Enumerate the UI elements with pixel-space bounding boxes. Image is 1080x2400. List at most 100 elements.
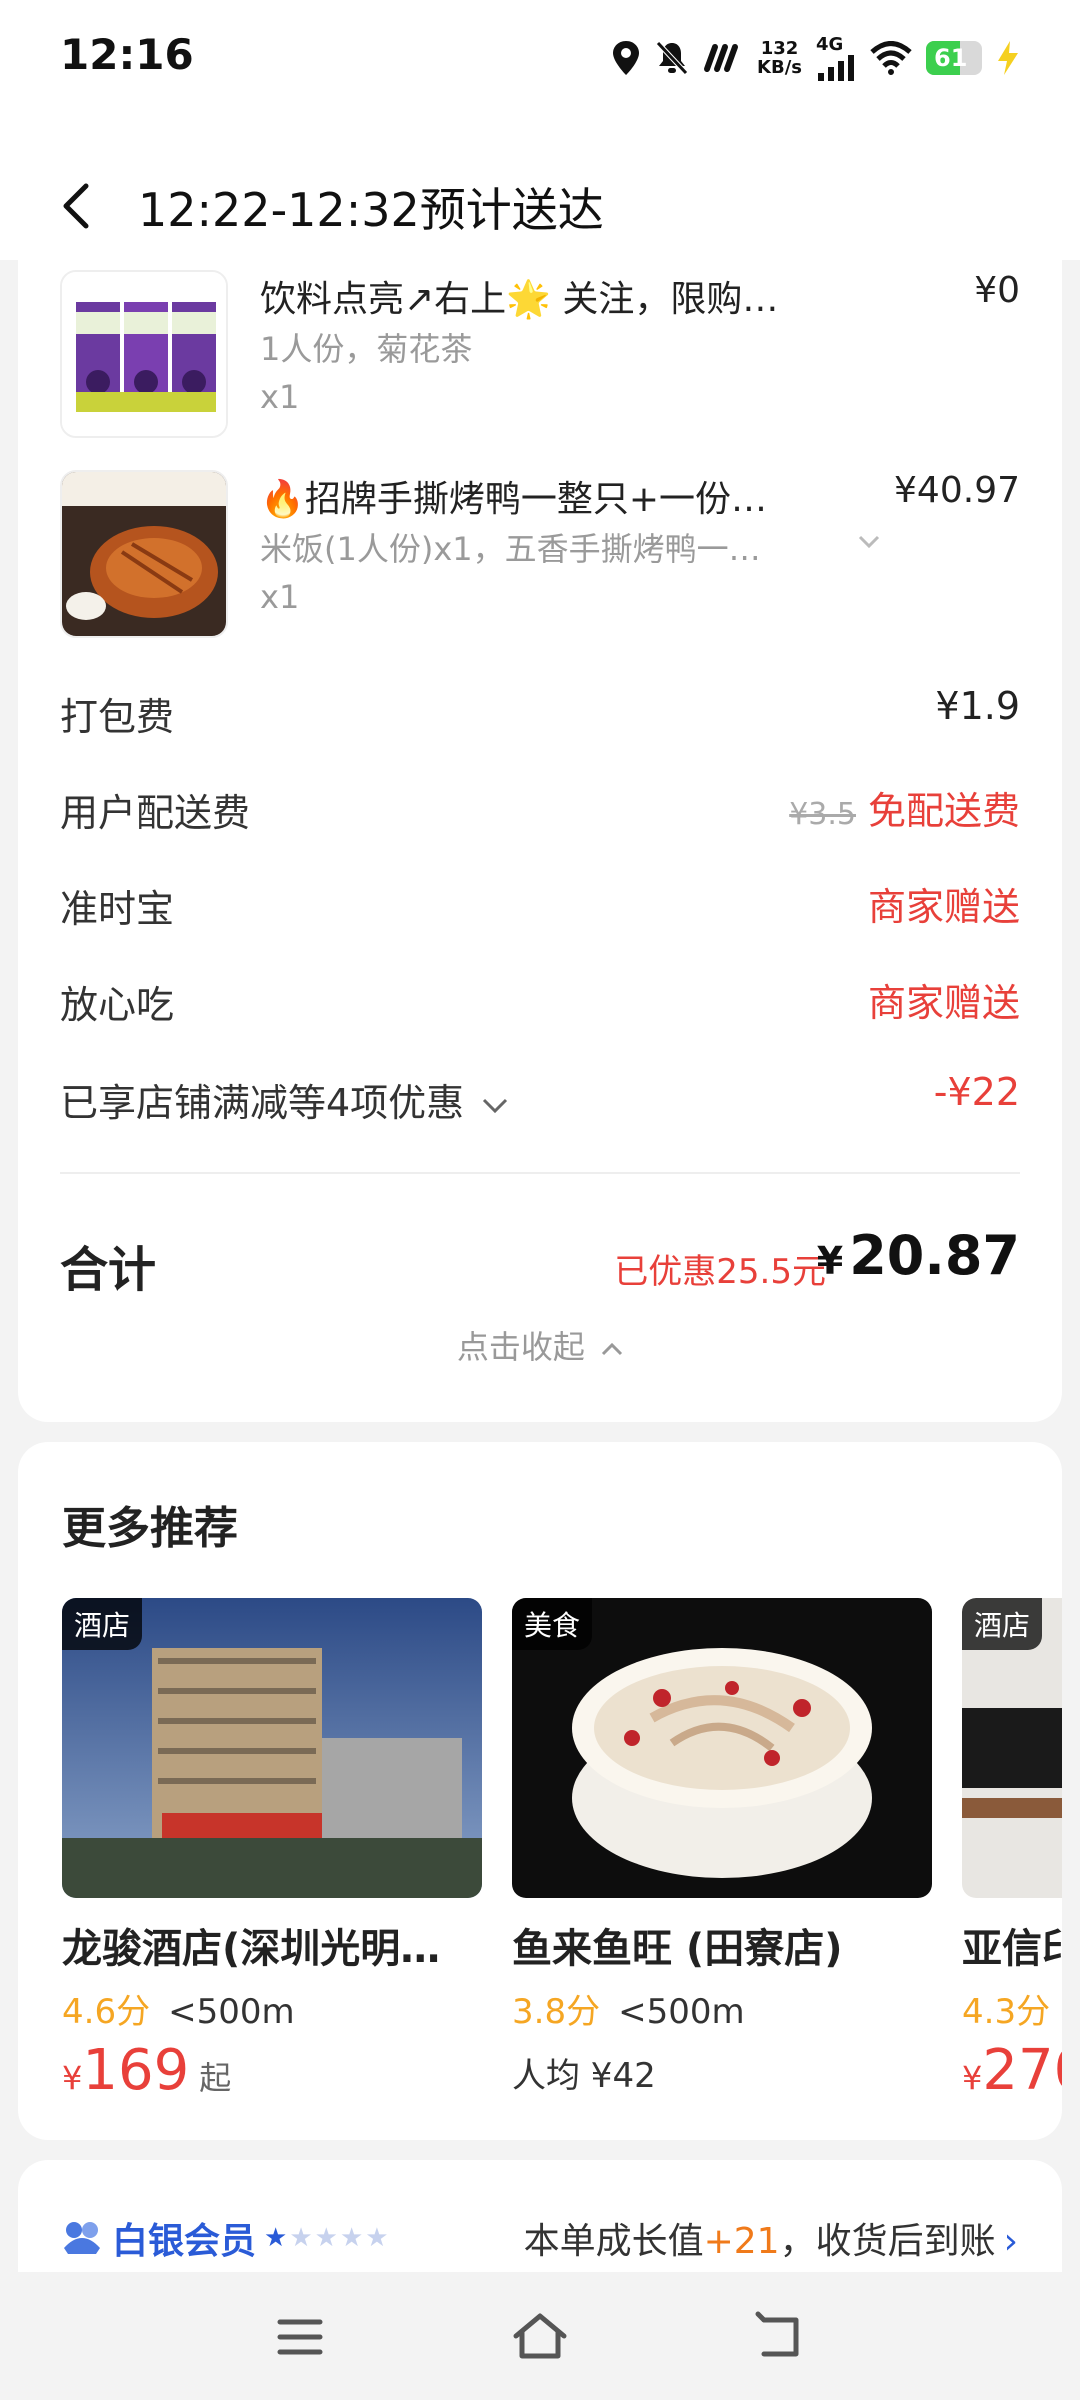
item-quantity: x1 — [260, 378, 300, 416]
star-icon: ★ — [289, 2223, 315, 2253]
order-item[interactable]: 🔥招牌手撕烤鸭一整只+一份… 米饭(1人份)x1，五香手撕烤鸭一… x1 ¥40… — [60, 470, 1020, 640]
fee-row-safe: 放心吃 商家赠送 — [60, 968, 1020, 1028]
back-icon[interactable] — [750, 2310, 810, 2364]
speed-unit: KB/s — [757, 56, 802, 78]
collapse-text: 点击收起 — [456, 1328, 585, 1366]
signal-icon: 4G — [816, 34, 856, 81]
total-label: 合计 — [60, 1242, 157, 1298]
recommendation-meta: 3.8分 <500m — [512, 1984, 745, 2033]
discount-value: -¥22 — [933, 1070, 1020, 1114]
wifi-icon — [870, 40, 912, 75]
fee-value: 商家赠送 — [867, 981, 1020, 1025]
page-title: 12:22-12:32预计送达 — [138, 183, 604, 237]
member-level: 白银会员 — [112, 2221, 257, 2262]
recommendation-image: 美食 — [512, 1598, 932, 1898]
discount-label-text: 已享店铺满减等4项优惠 — [60, 1081, 465, 1125]
distance: <500m — [168, 1992, 295, 2032]
menu-icon[interactable] — [270, 2310, 330, 2364]
fee-row-ontime: 准时宝 商家赠送 — [60, 872, 1020, 932]
item-spec: 1人份，菊花茶 — [260, 330, 473, 368]
fee-value: ¥3.5 免配送费 — [789, 780, 1020, 835]
recommendation-name: 龙骏酒店(深圳光明… — [62, 1926, 441, 1972]
growth-info: 本单成长值+21，收货后到账 › — [524, 2212, 1018, 2264]
recommendation-tag: 酒店 — [962, 1598, 1043, 1650]
star-icon: ★ — [264, 2223, 290, 2253]
fee-row-delivery: 用户配送费 ¥3.5 免配送费 — [60, 776, 1020, 836]
fee-value: 商家赠送 — [867, 885, 1020, 929]
distance: <500m — [618, 1992, 745, 2032]
battery-level: 61 — [934, 43, 968, 72]
total-value: 20.87 — [849, 1224, 1020, 1287]
fee-value: ¥1.9 — [935, 684, 1020, 728]
chevron-down-icon[interactable] — [858, 534, 880, 549]
price-value: 270 — [982, 2038, 1062, 2103]
recommendation-item[interactable]: 酒店 亚信印 4.3分 ¥270 — [962, 1598, 1062, 2118]
recommendation-tag: 美食 — [512, 1598, 593, 1650]
network-speed: 132 KB/s — [757, 39, 802, 77]
recommendation-image: 酒店 — [62, 1598, 482, 1898]
item-spec: 米饭(1人份)x1，五香手撕烤鸭一… — [260, 530, 761, 568]
member-icon — [64, 2222, 100, 2254]
recommendation-name: 亚信印 — [962, 1926, 1062, 1972]
home-icon[interactable] — [510, 2310, 570, 2364]
member-badge: 白银会员 ★★★★★ — [60, 2212, 391, 2264]
saved-amount: 已优惠25.5元 — [614, 1252, 826, 1292]
item-price: ¥0 — [974, 270, 1020, 311]
fee-label: 放心吃 — [60, 983, 175, 1027]
recommendation-price: ¥169 起 — [62, 2038, 231, 2103]
item-name: 🔥招牌手撕烤鸭一整只+一份… — [260, 479, 767, 520]
section-title: 更多推荐 — [62, 1503, 238, 1554]
price-suffix: 起 — [199, 2059, 232, 2097]
divider — [60, 1172, 1020, 1174]
star-icon: ★ — [365, 2223, 391, 2253]
price-currency: ¥ — [962, 2059, 983, 2097]
fee-label: 打包费 — [60, 695, 175, 739]
total-currency: ¥ — [816, 1239, 844, 1283]
price-currency: ¥ — [62, 2059, 83, 2097]
fee-row-packaging: 打包费 ¥1.9 — [60, 680, 1020, 740]
star-icon: ★ — [339, 2223, 366, 2253]
growth-value: +21 — [703, 2221, 780, 2262]
location-icon — [611, 40, 641, 76]
recommendation-item[interactable]: 美食 鱼来鱼旺 (田寮店) 3.8分 <500m 人均 ¥42 — [512, 1598, 932, 2118]
growth-prefix: 本单成长值 — [523, 2221, 704, 2262]
page-header: 12:22-12:32预计送达 — [0, 120, 1080, 260]
chevron-left-icon[interactable] — [56, 182, 100, 230]
fee-value-text: 免配送费 — [867, 789, 1020, 833]
rating-score: 4.6分 — [62, 1992, 151, 2032]
app-icon — [703, 43, 743, 73]
recommendation-item[interactable]: 酒店 龙骏酒店(深圳光明… 4.6分 <500m ¥169 起 — [62, 1598, 482, 2118]
product-thumbnail — [60, 270, 228, 438]
collapse-button[interactable]: 点击收起 — [18, 1322, 1062, 1368]
network-type: 4G — [816, 34, 844, 55]
recommendation-tag: 酒店 — [62, 1598, 143, 1650]
chevron-down-icon — [483, 1098, 508, 1113]
star-icon: ★ — [314, 2223, 340, 2253]
discount-label: 已享店铺满减等4项优惠 — [60, 1072, 508, 1127]
order-summary-card: 饮料点亮↗右上🌟 关注，限购… 1人份，菊花茶 x1 ¥0 🔥招牌手撕烤鸭一整只… — [18, 260, 1062, 1422]
rating-score: 3.8分 — [512, 1992, 601, 2032]
average-price: 人均 ¥42 — [512, 2056, 656, 2096]
discount-row[interactable]: 已享店铺满减等4项优惠 -¥22 — [60, 1066, 1020, 1126]
item-price: ¥40.97 — [894, 470, 1020, 511]
item-quantity: x1 — [260, 578, 300, 616]
growth-suffix: ，收货后到账 — [779, 2221, 996, 2262]
recommendation-name: 鱼来鱼旺 (田寮店) — [512, 1926, 843, 1972]
status-time: 12:16 — [60, 30, 194, 79]
status-bar: 12:16 132 KB/s 4G 61 — [0, 0, 1080, 120]
member-card[interactable]: 白银会员 ★★★★★ 本单成长值+21，收货后到账 › — [18, 2160, 1062, 2280]
charging-icon — [996, 40, 1020, 75]
recommendation-image: 酒店 — [962, 1598, 1062, 1898]
status-icons: 132 KB/s 4G 61 — [611, 34, 1020, 81]
system-nav-bar — [0, 2272, 1080, 2400]
total-amount: ¥20.87 — [817, 1224, 1020, 1287]
fee-label: 准时宝 — [60, 887, 175, 931]
mute-icon — [655, 40, 689, 76]
order-item[interactable]: 饮料点亮↗右上🌟 关注，限购… 1人份，菊花茶 x1 ¥0 — [60, 270, 1020, 440]
original-fee: ¥3.5 — [789, 797, 856, 832]
chevron-right-icon: › — [1003, 2221, 1018, 2262]
chevron-up-icon — [602, 1342, 623, 1356]
recommendation-meta: 4.3分 — [962, 1984, 1062, 2033]
star-rating: ★★★★★ — [264, 2223, 391, 2253]
product-thumbnail — [60, 470, 228, 638]
